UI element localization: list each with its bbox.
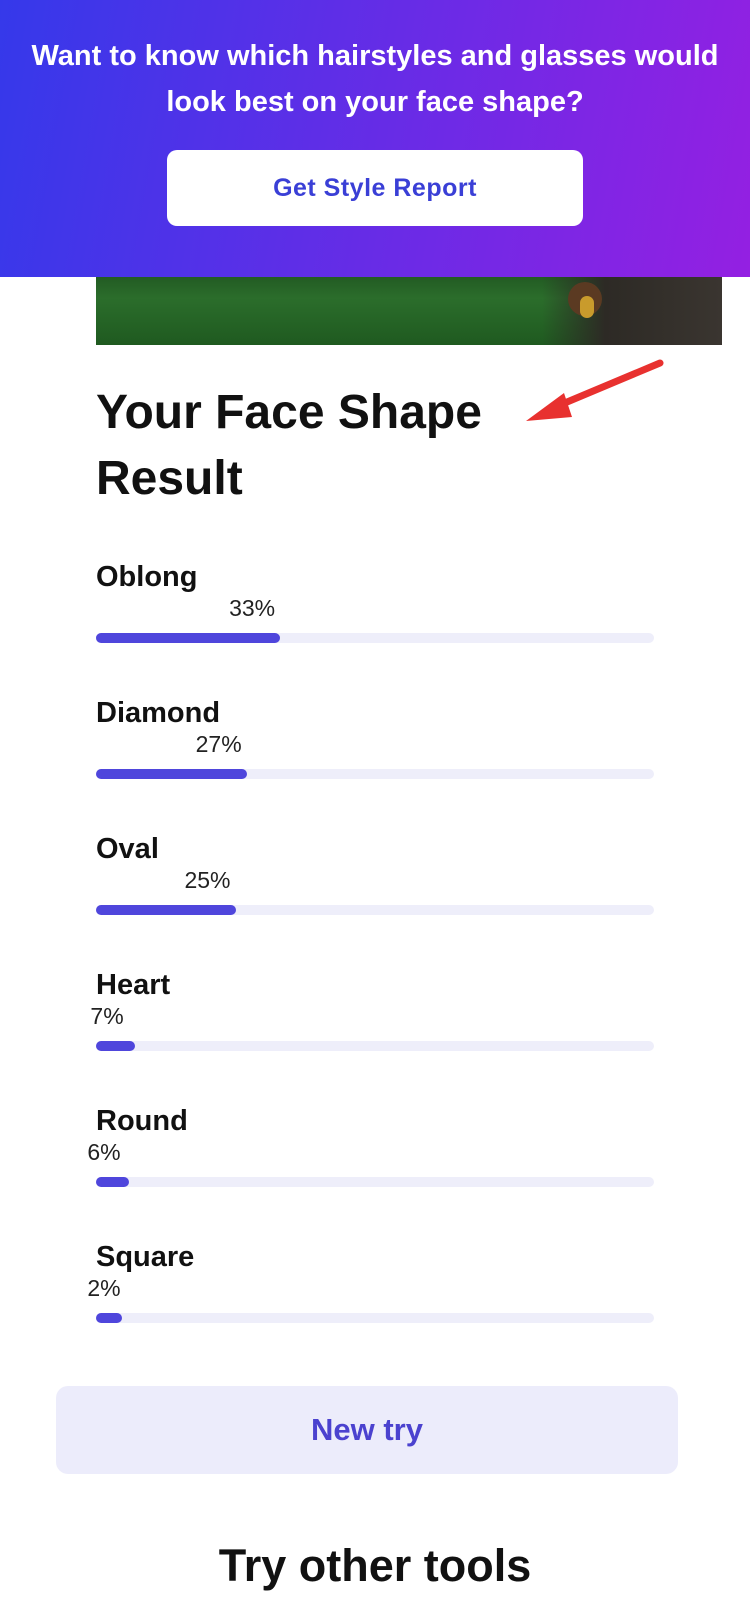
promo-text: Want to know which hairstyles and glasse… [31,40,719,118]
result-bar-fill [96,905,236,915]
result-label: Square [96,1241,195,1273]
result-bar-track [96,769,654,779]
result-percent: 33% [229,595,276,621]
new-try-button[interactable]: New try [56,1386,678,1474]
result-row-heart: Heart 7% [0,968,750,1078]
result-row-oblong: Oblong 33% [0,560,750,670]
result-label: Oval [96,833,159,865]
result-bar-fill [96,1177,130,1187]
result-bar-track [96,633,654,643]
result-bar-track [96,1177,654,1187]
result-percent: 6% [87,1139,121,1165]
result-title: Your Face Shape Result [96,386,482,505]
result-label: Oblong [96,561,198,593]
result-label: Round [96,1105,188,1137]
result-percent: 7% [90,1003,124,1029]
result-percent: 25% [184,867,231,893]
photo-earring [580,296,594,318]
result-bar-track [96,1313,654,1323]
result-label: Diamond [96,697,221,729]
result-bar-track [96,905,654,915]
result-row-oval: Oval 25% [0,832,750,942]
result-bar-track [96,1041,654,1051]
promo-banner: Want to know which hairstyles and glasse… [0,0,750,277]
get-style-report-button[interactable]: Get Style Report [167,150,583,226]
result-label: Heart [96,969,171,1001]
result-bar-fill [96,633,281,643]
result-bar-fill [96,769,247,779]
result-percent: 27% [195,731,242,757]
result-row-diamond: Diamond 27% [0,696,750,806]
result-bar-fill [96,1313,122,1323]
result-row-square: Square 2% [0,1240,750,1350]
result-row-round: Round 6% [0,1104,750,1214]
result-percent: 2% [87,1275,121,1301]
result-bar-fill [96,1041,136,1051]
other-tools-heading: Try other tools [218,1540,532,1591]
